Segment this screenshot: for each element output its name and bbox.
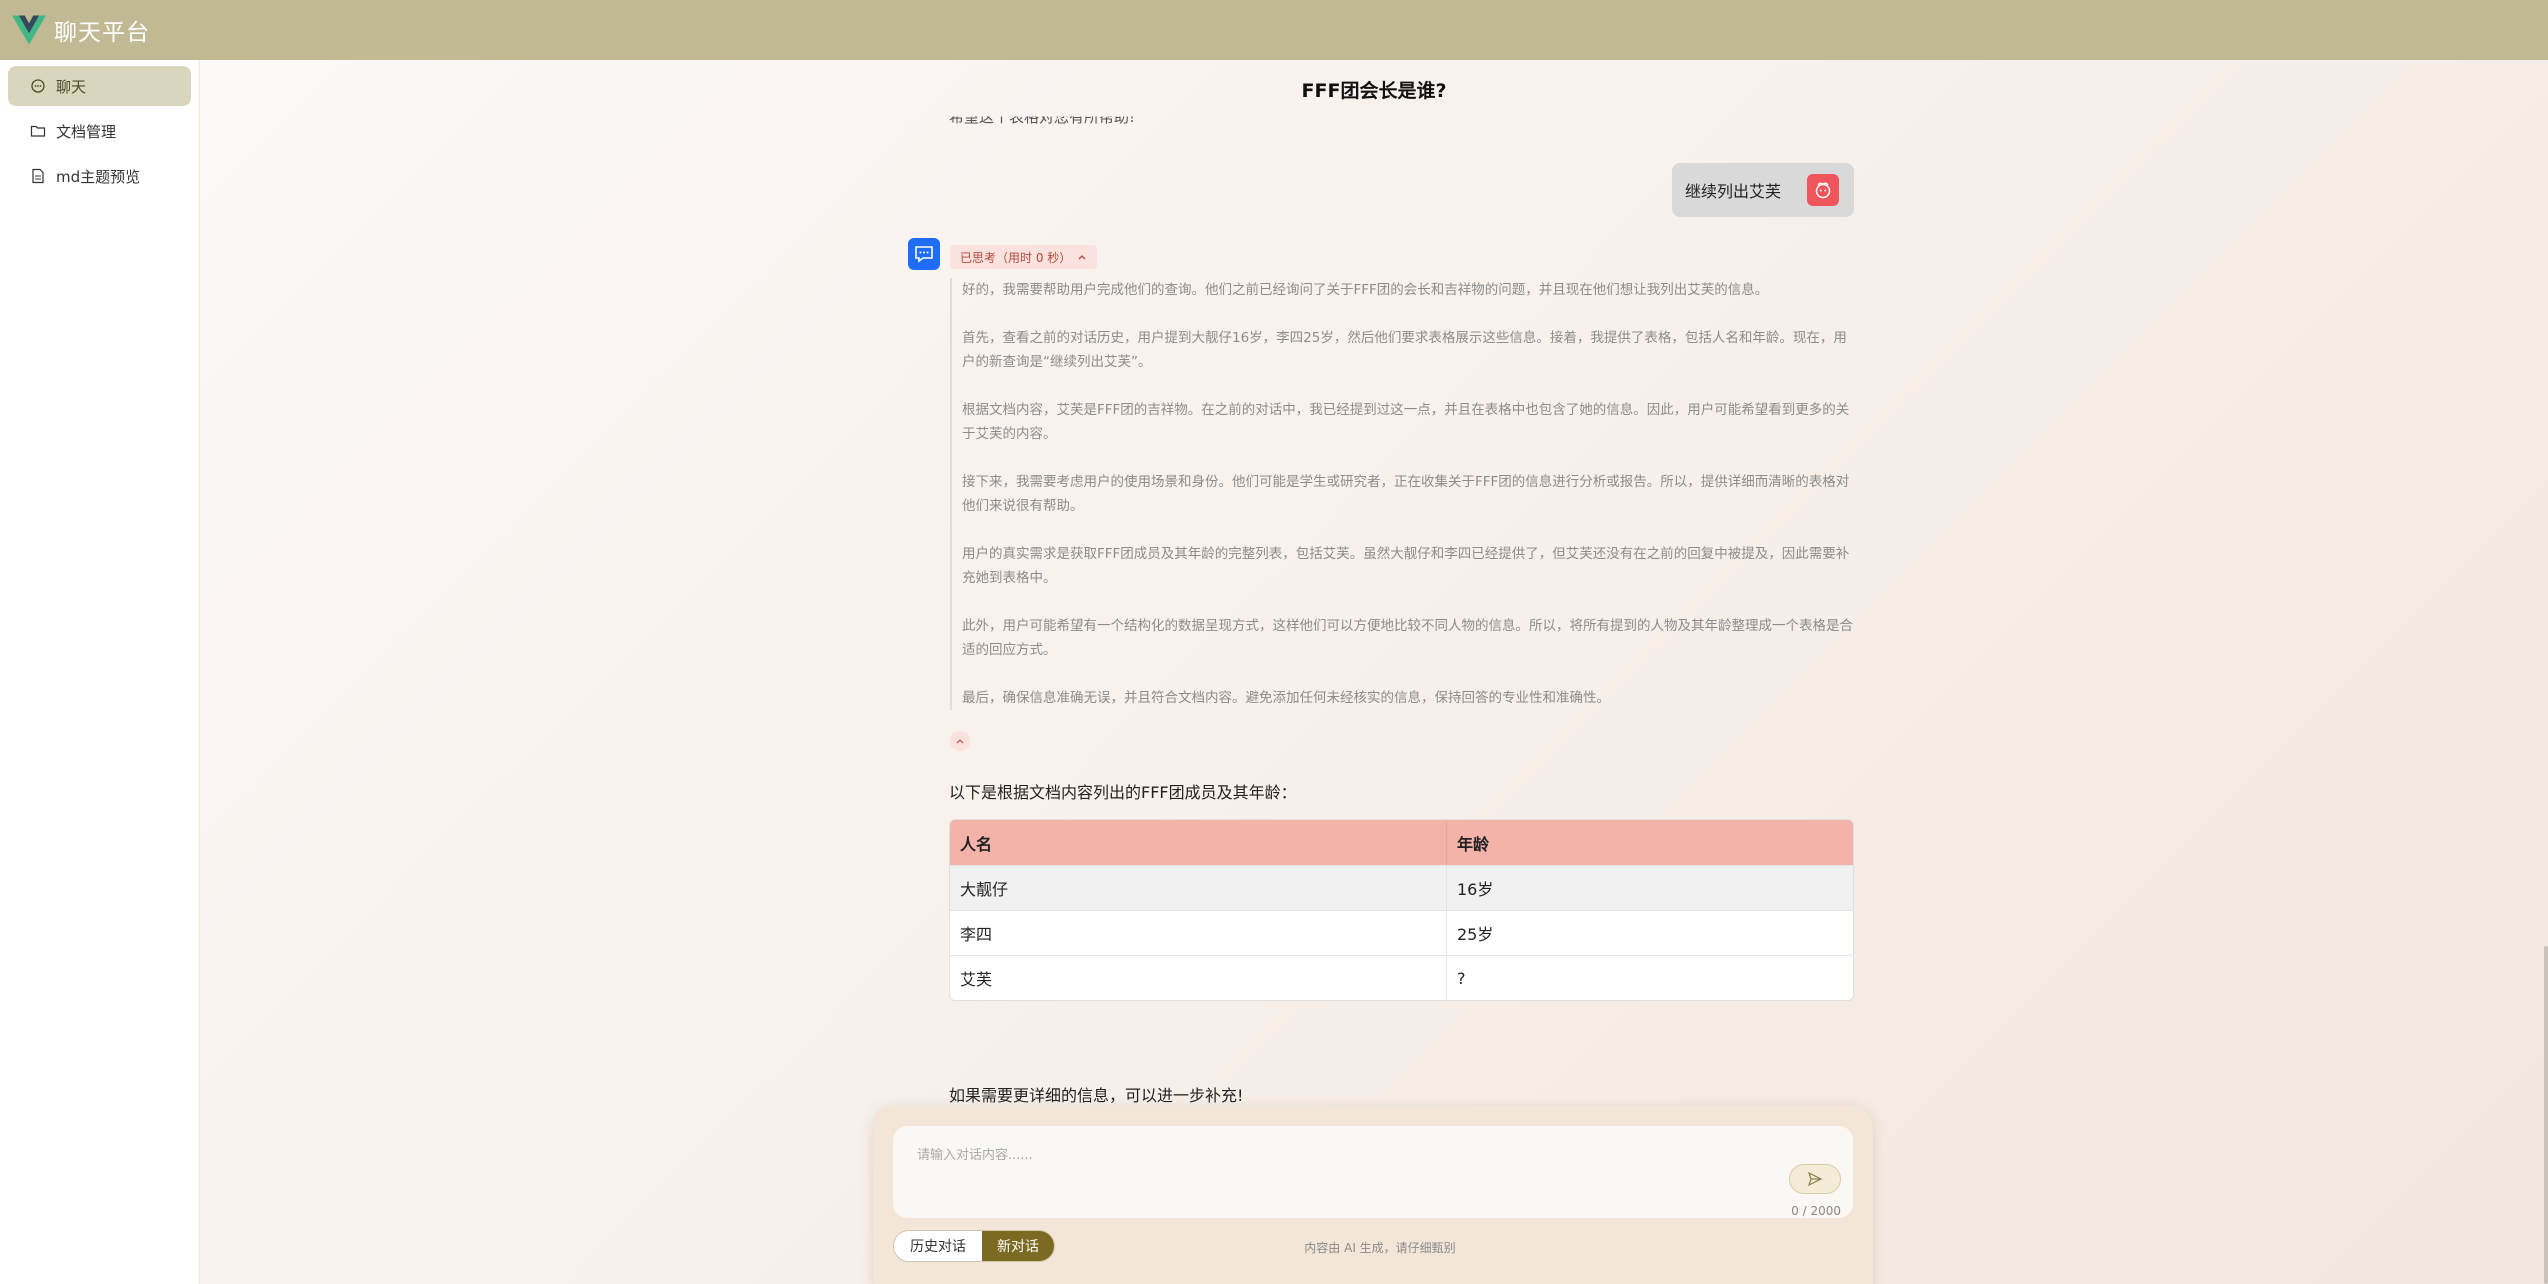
chevron-up-icon bbox=[956, 739, 964, 744]
ai-disclaimer: 内容由 AI 生成，请仔细甄别 bbox=[1304, 1241, 1456, 1255]
thinking-content: 好的，我需要帮助用户完成他们的查询。他们之前已经询问了关于FFF团的会长和吉祥物… bbox=[950, 278, 1854, 710]
sidebar-item-md-theme[interactable]: md主题预览 bbox=[8, 156, 191, 196]
table-cell: 大靓仔 bbox=[950, 865, 1447, 910]
char-counter: 0 / 2000 bbox=[1791, 1204, 1841, 1218]
thinking-tag-label: 已思考（用时 0 秒） bbox=[960, 250, 1072, 265]
collapse-thinking-button[interactable] bbox=[950, 731, 970, 751]
table-cell: 艾芙 bbox=[950, 955, 1447, 1000]
table-cell: ? bbox=[1447, 955, 1853, 1000]
answer-outro-text: 如果需要更详细的信息，可以进一步补充! bbox=[949, 1086, 1244, 1105]
scrollbar[interactable] bbox=[2544, 946, 2548, 1284]
table-header-cell: 人名 bbox=[950, 820, 1447, 865]
sidebar-item-chat[interactable]: 聊天 bbox=[8, 66, 191, 106]
table-cell: 25岁 bbox=[1447, 910, 1853, 955]
send-button[interactable] bbox=[1789, 1164, 1841, 1194]
sidebar: 聊天 文档管理 md主题预览 bbox=[0, 60, 200, 1284]
table-cell: 16岁 bbox=[1447, 865, 1853, 910]
sidebar-item-label: md主题预览 bbox=[56, 167, 141, 186]
chat-title: FFF团会长是谁? bbox=[1301, 80, 1447, 102]
user-message-text: 继续列出艾芙 bbox=[1685, 182, 1782, 201]
thinking-paragraph: 好的，我需要帮助用户完成他们的查询。他们之前已经询问了关于FFF团的会长和吉祥物… bbox=[962, 282, 1769, 298]
answer-table: 人名 年龄 大靓仔 16岁 李四 25岁 艾芙 ? bbox=[949, 819, 1854, 1001]
table-cell: 李四 bbox=[950, 910, 1447, 955]
chat-main: FFF团会长是谁? 希望这个表格对您有所帮助! 继续列出艾芙 已思考（用时 0 … bbox=[200, 60, 2548, 1284]
user-avatar-icon bbox=[1807, 174, 1839, 206]
chat-bubble-icon bbox=[31, 79, 45, 93]
top-header: 聊天平台 bbox=[0, 0, 2548, 60]
message-input[interactable]: 请输入对话内容...... 0 / 2000 bbox=[893, 1126, 1853, 1218]
thinking-paragraph: 用户的真实需求是获取FFF团成员及其年龄的完整列表，包括艾芙。虽然大靓仔和李四已… bbox=[962, 546, 1850, 586]
thinking-paragraph: 最后，确保信息准确无误，并且符合文档内容。避免添加任何未经核实的信息，保持回答的… bbox=[962, 690, 1610, 706]
chevron-up-icon bbox=[1078, 255, 1086, 260]
thinking-toggle[interactable]: 已思考（用时 0 秒） bbox=[950, 245, 1098, 269]
folder-icon bbox=[30, 125, 46, 137]
app-title: 聊天平台 bbox=[54, 20, 150, 46]
input-placeholder: 请输入对话内容...... bbox=[917, 1148, 1033, 1163]
thinking-paragraph: 此外，用户可能希望有一个结构化的数据呈现方式，这样他们可以方便地比较不同人物的信… bbox=[962, 618, 1853, 658]
message-composer: 请输入对话内容...... 0 / 2000 历史对话 新对话 内容由 AI 生… bbox=[873, 1106, 1873, 1284]
thinking-paragraph: 根据文档内容，艾芙是FFF团的吉祥物。在之前的对话中，我已经提到过这一点，并且在… bbox=[962, 402, 1850, 442]
sidebar-item-label: 文档管理 bbox=[56, 122, 117, 141]
sidebar-item-label: 聊天 bbox=[56, 77, 87, 96]
table-header-cell: 年龄 bbox=[1447, 820, 1853, 865]
bot-avatar-icon bbox=[908, 238, 940, 270]
vue-logo-icon bbox=[12, 15, 46, 45]
sidebar-item-documents[interactable]: 文档管理 bbox=[8, 111, 191, 151]
document-icon bbox=[32, 168, 44, 184]
thinking-paragraph: 接下来，我需要考虑用户的使用场景和身份。他们可能是学生或研究者，正在收集关于FF… bbox=[962, 474, 1850, 514]
user-message-bubble: 继续列出艾芙 bbox=[1672, 163, 1854, 217]
table-header-row: 人名 年龄 bbox=[950, 820, 1853, 865]
table-row: 大靓仔 16岁 bbox=[950, 865, 1853, 910]
table-row: 艾芙 ? bbox=[950, 955, 1853, 1000]
previous-message-tail: 希望这个表格对您有所帮助! bbox=[949, 108, 1136, 127]
answer-intro-text: 以下是根据文档内容列出的FFF团成员及其年龄： bbox=[949, 783, 1297, 802]
thinking-paragraph: 首先，查看之前的对话历史，用户提到大靓仔16岁，李四25岁，然后他们要求表格展示… bbox=[962, 330, 1847, 370]
table-row: 李四 25岁 bbox=[950, 910, 1853, 955]
send-icon bbox=[1807, 1171, 1823, 1187]
